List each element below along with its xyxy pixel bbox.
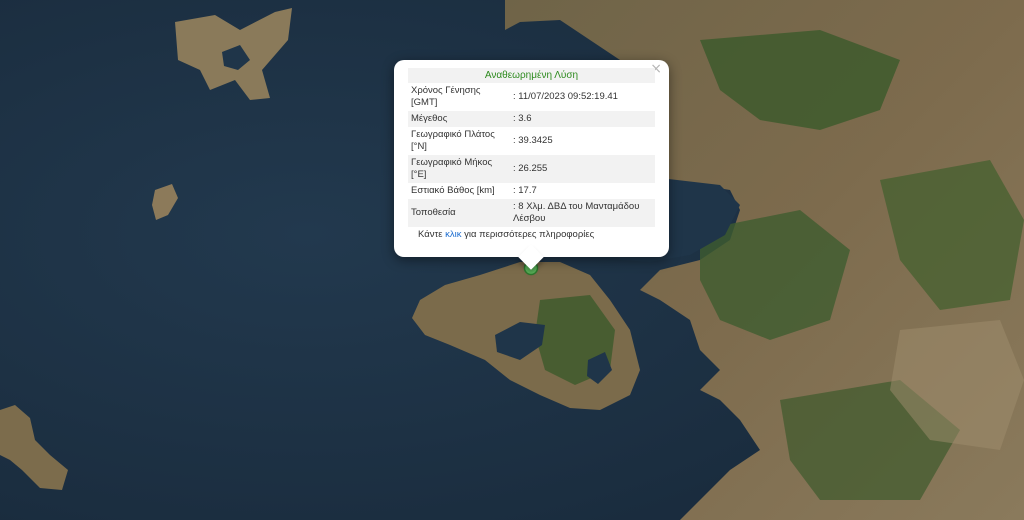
detail-row: Γεωγραφικό Μήκος [°E]: 26.255 [408, 155, 655, 183]
popup-title: Αναθεωρημένη Λύση [408, 68, 655, 83]
detail-row: Γεωγραφικό Πλάτος [°N] : 39.3425 [408, 127, 655, 155]
detail-value: : 39.3425 [513, 135, 553, 146]
earthquake-details-table: Χρόνος Γένησης [GMT] : 11/07/2023 09:52:1… [408, 83, 655, 227]
detail-row: Χρόνος Γένησης [GMT] : 11/07/2023 09:52:1… [408, 83, 655, 111]
detail-label: Τοποθεσία [408, 199, 510, 227]
more-info-suffix: για περισσότερες πληροφορίες [461, 229, 595, 240]
detail-value: : 26.255 [510, 155, 655, 183]
detail-label: Χρόνος Γένησης [GMT] [411, 85, 481, 108]
more-info-prefix: Κάντε [418, 229, 446, 240]
detail-label: Γεωγραφικό Πλάτος [°N] [411, 129, 495, 152]
detail-row: Μέγεθος: 3.6 [408, 111, 655, 127]
detail-label: Μέγεθος [408, 111, 510, 127]
detail-label: Εστιακό Βάθος [km] [411, 185, 495, 196]
more-info-link[interactable]: κλικ [445, 229, 461, 240]
more-info-text: Κάντε κλικ για περισσότερες πληροφορίες [408, 229, 655, 240]
detail-row: Τοποθεσία: 8 Χλμ. ΔΒΔ του Μανταμάδου Λέσ… [408, 199, 655, 227]
detail-row: Εστιακό Βάθος [km] : 17.7 [408, 183, 655, 199]
detail-value: : 17.7 [513, 185, 537, 196]
detail-value: : 3.6 [510, 111, 655, 127]
detail-label: Γεωγραφικό Μήκος [°E] [408, 155, 510, 183]
detail-value: : 11/07/2023 09:52:19.41 [513, 91, 618, 102]
earthquake-popup: × Αναθεωρημένη Λύση Χρόνος Γένησης [GMT]… [394, 60, 669, 270]
detail-value: : 8 Χλμ. ΔΒΔ του Μανταμάδου Λέσβου [510, 199, 655, 227]
